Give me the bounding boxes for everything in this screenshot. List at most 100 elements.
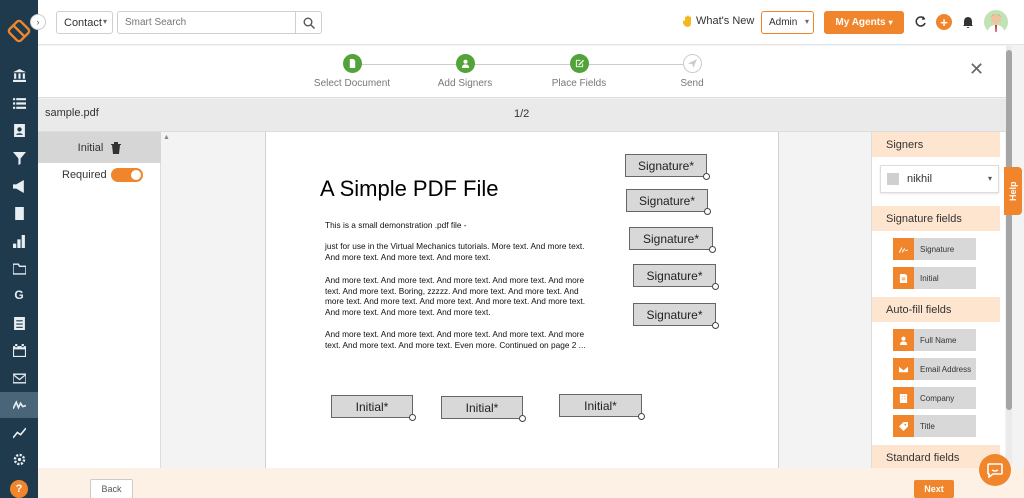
chat-bubble-icon [987,462,1003,478]
nav-list-icon[interactable] [0,90,38,116]
nav-google-icon[interactable]: G [0,282,38,308]
back-label: Back [101,484,122,494]
chevron-down-icon: ▾ [102,17,107,26]
edit-pencil-icon [569,54,589,73]
close-icon[interactable]: ✕ [969,60,984,78]
search-button[interactable] [295,11,322,34]
field-properties-panel: Initial Required [38,132,161,468]
document-icon [342,54,362,73]
placeholder-label: Signature* [638,193,696,208]
nav-bank-icon[interactable] [0,62,38,88]
company-field-button[interactable]: Company [893,387,976,409]
send-plane-icon [682,54,702,73]
initial-icon [893,267,914,289]
nav-mail-icon[interactable] [0,365,38,391]
person-icon [893,329,914,351]
signature-icon [893,238,914,260]
field-button-label: Email Address [920,364,972,374]
scroll-up-arrow-icon[interactable]: ▲ [163,134,170,141]
full-name-field-button[interactable]: Full Name [893,329,976,351]
initial-field-button[interactable]: Initial [893,267,976,289]
contact-type-select[interactable]: Contact ▾ [56,11,113,34]
initial-placeholder[interactable]: Initial* [331,395,416,421]
wizard-stepper: Select Document Add Signers Place Fields… [38,46,1006,98]
placeholder-label: Initial* [465,400,499,415]
brand-logo-icon[interactable] [6,18,32,44]
placeholder-label: Initial* [355,399,389,414]
admin-role-select[interactable]: Admin ▾ [761,11,814,34]
required-label: Required [62,169,107,181]
scrollbar-thumb[interactable] [1006,50,1012,410]
document-title: A Simple PDF File [320,176,499,201]
chat-button[interactable] [979,454,1011,486]
nav-help-icon[interactable]: ? [10,480,28,498]
required-row: Required [62,168,143,182]
signature-placeholder[interactable]: Signature* [633,303,719,329]
trash-icon[interactable] [111,141,122,154]
next-button[interactable]: Next [914,480,954,498]
whats-new-label: What's New [696,15,755,27]
signature-fields-heading: Signature fields [872,206,1000,231]
nav-sheet-icon[interactable] [0,310,38,336]
nav-calendar-icon[interactable] [0,337,38,363]
left-nav-rail: G ? [0,0,38,498]
smart-search-input[interactable] [117,11,296,34]
nav-folder-icon[interactable] [0,255,38,281]
step-add-signers[interactable]: Add Signers [415,54,515,89]
field-button-label: Signature [920,244,955,254]
page-scrollbar[interactable] [1006,46,1012,465]
top-header: Contact ▾ What's New Admin ▾ My Agents ▾… [38,0,1024,45]
email-address-field-button[interactable]: Email Address [893,358,976,380]
signature-field-button[interactable]: Signature [893,238,976,260]
signature-placeholder[interactable]: Signature* [633,264,719,290]
chevron-down-icon: ▾ [987,174,992,183]
field-button-label: Full Name [920,335,957,345]
document-paragraph: And more text. And more text. And more t… [325,275,586,318]
nav-megaphone-icon[interactable] [0,173,38,199]
step-select-document[interactable]: Select Document [302,54,402,89]
signature-placeholder[interactable]: Signature* [625,154,710,180]
required-toggle[interactable] [110,168,143,182]
nav-filter-icon[interactable] [0,145,38,171]
initial-placeholder[interactable]: Initial* [559,394,645,420]
refresh-icon[interactable] [914,15,927,28]
add-new-button[interactable]: + [936,14,952,30]
envelope-icon [893,358,914,380]
step-send[interactable]: Send [642,54,742,89]
nav-contacts-icon[interactable] [0,117,38,143]
placeholder-label: Initial* [584,398,617,413]
back-button[interactable]: Back [90,479,133,498]
placeholder-label: Signature* [646,268,703,283]
signer-name: nikhil [907,173,933,185]
notification-bell-icon[interactable] [962,16,974,29]
placeholder-label: Signature* [646,307,703,322]
nav-settings-gear-icon[interactable] [0,446,38,472]
contact-select-label: Contact [64,16,102,29]
signature-placeholder[interactable]: Signature* [626,189,711,215]
pdf-page-canvas[interactable]: A Simple PDF File This is a small demons… [265,132,779,468]
placeholder-label: Signature* [642,231,700,246]
sidebar-collapse-chevron-icon[interactable]: › [30,14,46,30]
placeholder-label: Signature* [637,158,695,173]
file-name: sample.pdf [45,107,99,119]
chevron-down-icon: ▾ [804,17,809,26]
whats-new-link[interactable]: What's New [682,15,754,27]
building-icon [893,387,914,409]
title-field-button[interactable]: Title [893,415,976,437]
step-place-fields[interactable]: Place Fields [529,54,629,89]
help-tab-label: Help [1008,181,1018,201]
nav-trend-icon[interactable] [0,419,38,445]
help-tab[interactable]: Help [1004,167,1022,215]
avatar-person-icon [987,14,1005,34]
step-label: Select Document [313,78,391,89]
nav-signature-icon[interactable] [0,392,38,418]
my-agents-button[interactable]: My Agents ▾ [824,11,904,34]
signer-select[interactable]: nikhil ▾ [880,165,999,193]
signature-placeholder[interactable]: Signature* [629,227,716,253]
user-avatar[interactable] [984,10,1008,34]
chevron-down-icon: ▾ [888,18,893,27]
nav-document-icon[interactable] [0,200,38,226]
autofill-fields-heading: Auto-fill fields [872,297,1000,322]
nav-bar-chart-icon[interactable] [0,228,38,254]
initial-placeholder[interactable]: Initial* [441,396,526,422]
